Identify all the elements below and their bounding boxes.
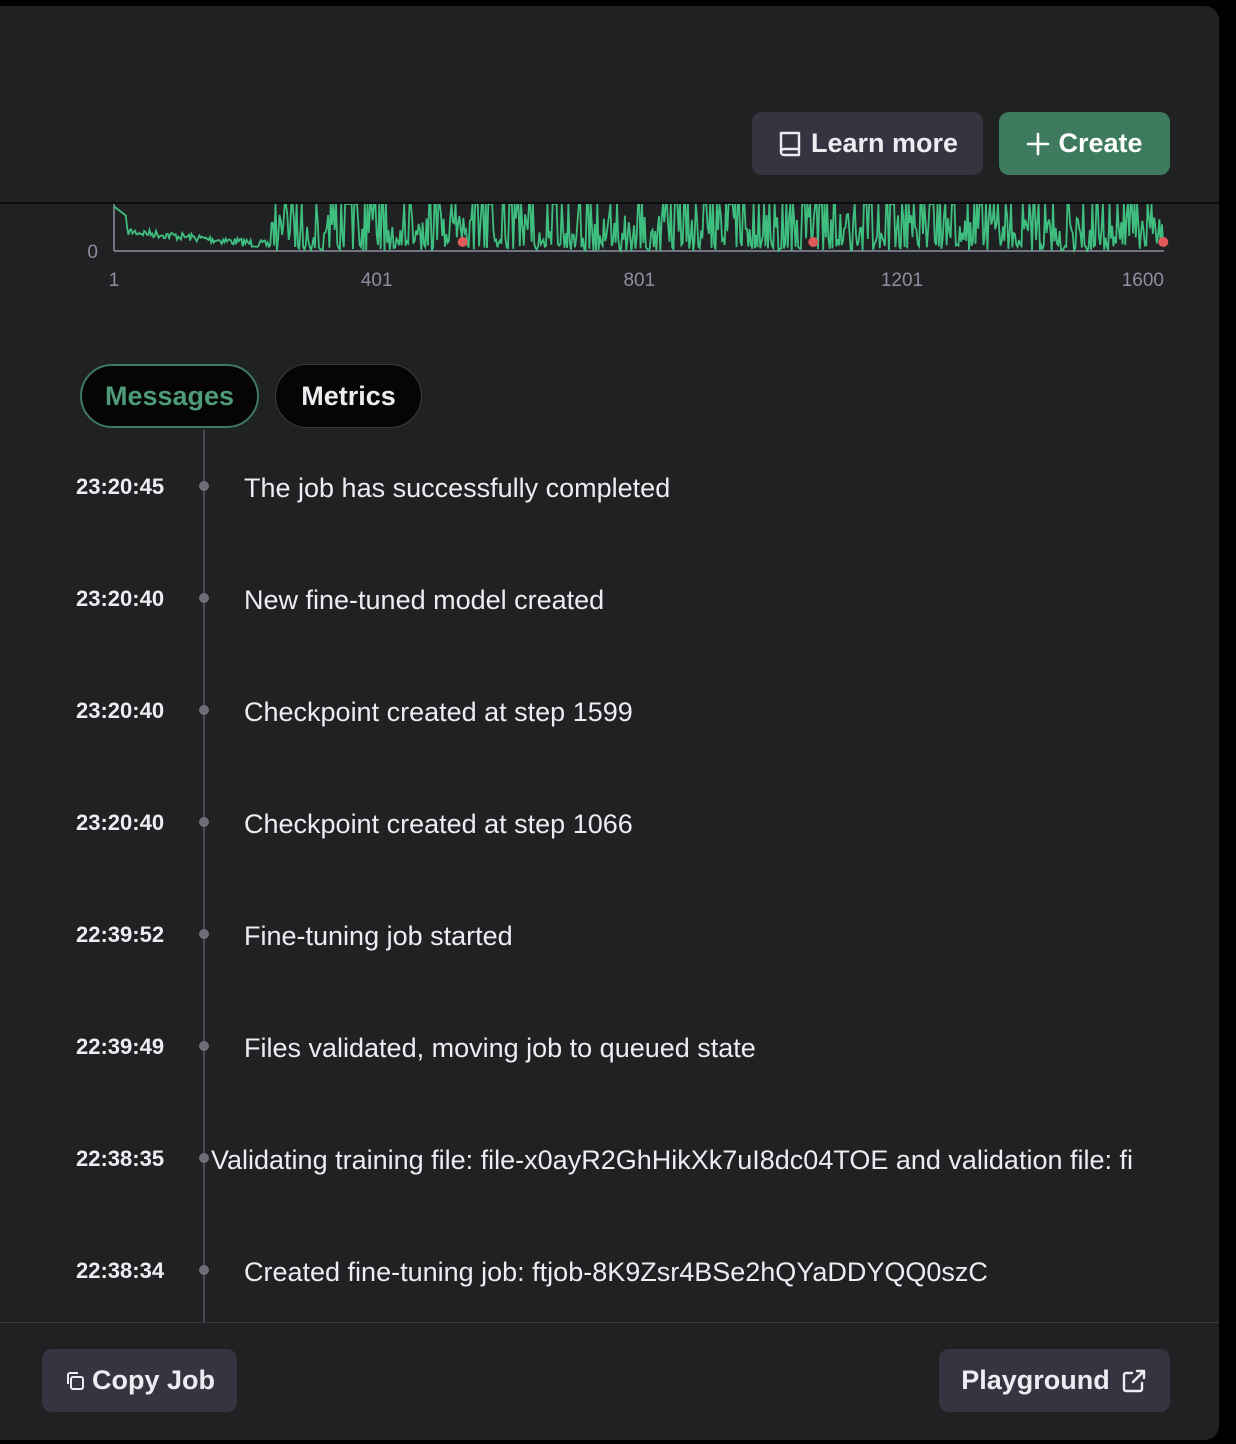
- message-text: Created fine-tuning job: ftjob-8K9Zsr4BS…: [244, 1257, 988, 1287]
- create-button[interactable]: Create: [999, 112, 1170, 175]
- playground-label: Playground: [961, 1365, 1110, 1395]
- loss-series-line: [113, 204, 1165, 254]
- tab-messages[interactable]: Messages: [80, 364, 259, 428]
- message-text: Checkpoint created at step 1599: [244, 697, 633, 727]
- message-time: 22:39:49: [76, 1034, 165, 1059]
- message-row: 22:38:34 Created fine-tuning job: ftjob-…: [0, 1251, 1219, 1291]
- message-row: 23:20:45 The job has successfully comple…: [0, 467, 1219, 507]
- tab-messages-label: Messages: [104, 380, 235, 411]
- external-link-icon: [1120, 1367, 1148, 1395]
- timeline-dot: [199, 1153, 209, 1163]
- job-detail-panel: Learn more Create 1 401 801 1201 1600 0 Messa…: [0, 6, 1219, 1440]
- message-text: New fine-tuned model created: [244, 585, 605, 615]
- y-tick-label: 0: [87, 242, 98, 263]
- timeline-dot: [199, 1041, 209, 1051]
- message-time: 23:20:40: [76, 698, 165, 723]
- message-row: 22:39:52 Fine-tuning job started: [0, 915, 1219, 955]
- x-tick-label: 401: [361, 270, 393, 291]
- timeline-dot: [199, 593, 209, 603]
- message-text: The job has successfully completed: [244, 473, 671, 503]
- x-tick-label: 1600: [1122, 270, 1164, 291]
- timeline-line: [203, 430, 205, 1322]
- message-row: 23:20:40 Checkpoint created at step 1599: [0, 691, 1219, 731]
- message-row: 22:38:35 Validating training file: file-…: [0, 1139, 1219, 1179]
- message-text: Fine-tuning job started: [244, 921, 513, 951]
- message-time: 22:39:52: [76, 922, 165, 947]
- timeline-dot: [199, 481, 209, 491]
- timeline-dot: [199, 705, 209, 715]
- playground-button[interactable]: Playground: [939, 1349, 1170, 1412]
- create-label: Create: [1058, 128, 1143, 158]
- message-row: 23:20:40 New fine-tuned model created: [0, 579, 1219, 619]
- plus-icon: [1026, 132, 1050, 156]
- copy-job-label: Copy Job: [91, 1365, 215, 1395]
- learn-more-label: Learn more: [810, 128, 959, 158]
- message-time: 23:20:45: [76, 474, 165, 499]
- x-tick-label: 1: [109, 270, 120, 291]
- checkpoint-marker: [808, 237, 819, 247]
- book-icon: [777, 130, 803, 158]
- x-tick-label: 1201: [881, 270, 923, 291]
- message-time: 23:20:40: [76, 586, 165, 611]
- x-tick-label: 801: [623, 270, 655, 291]
- message-text: Checkpoint created at step 1066: [244, 809, 633, 839]
- message-time: 22:38:34: [76, 1258, 165, 1283]
- message-time: 22:38:35: [76, 1146, 165, 1171]
- footer-divider: [0, 1322, 1219, 1323]
- timeline-dot: [199, 817, 209, 827]
- checkpoint-marker: [457, 237, 468, 247]
- message-row: 23:20:40 Checkpoint created at step 1066: [0, 803, 1219, 843]
- learn-more-button[interactable]: Learn more: [752, 112, 983, 175]
- timeline-dot: [199, 1265, 209, 1275]
- message-text: Validating training file: file-x0ayR2GhH…: [211, 1145, 1133, 1175]
- checkpoint-marker: [1158, 237, 1169, 247]
- training-loss-chart: 1 401 801 1201 1600 0: [87, 204, 1169, 291]
- copy-job-button[interactable]: Copy Job: [42, 1349, 237, 1412]
- tab-metrics-label: Metrics: [301, 380, 396, 411]
- copy-icon: [64, 1370, 86, 1392]
- message-row: 22:39:49 Files validated, moving job to …: [0, 1027, 1219, 1067]
- timeline-dot: [199, 929, 209, 939]
- message-time: 23:20:40: [76, 810, 165, 835]
- message-text: Files validated, moving job to queued st…: [244, 1033, 756, 1063]
- tab-metrics[interactable]: Metrics: [275, 364, 422, 428]
